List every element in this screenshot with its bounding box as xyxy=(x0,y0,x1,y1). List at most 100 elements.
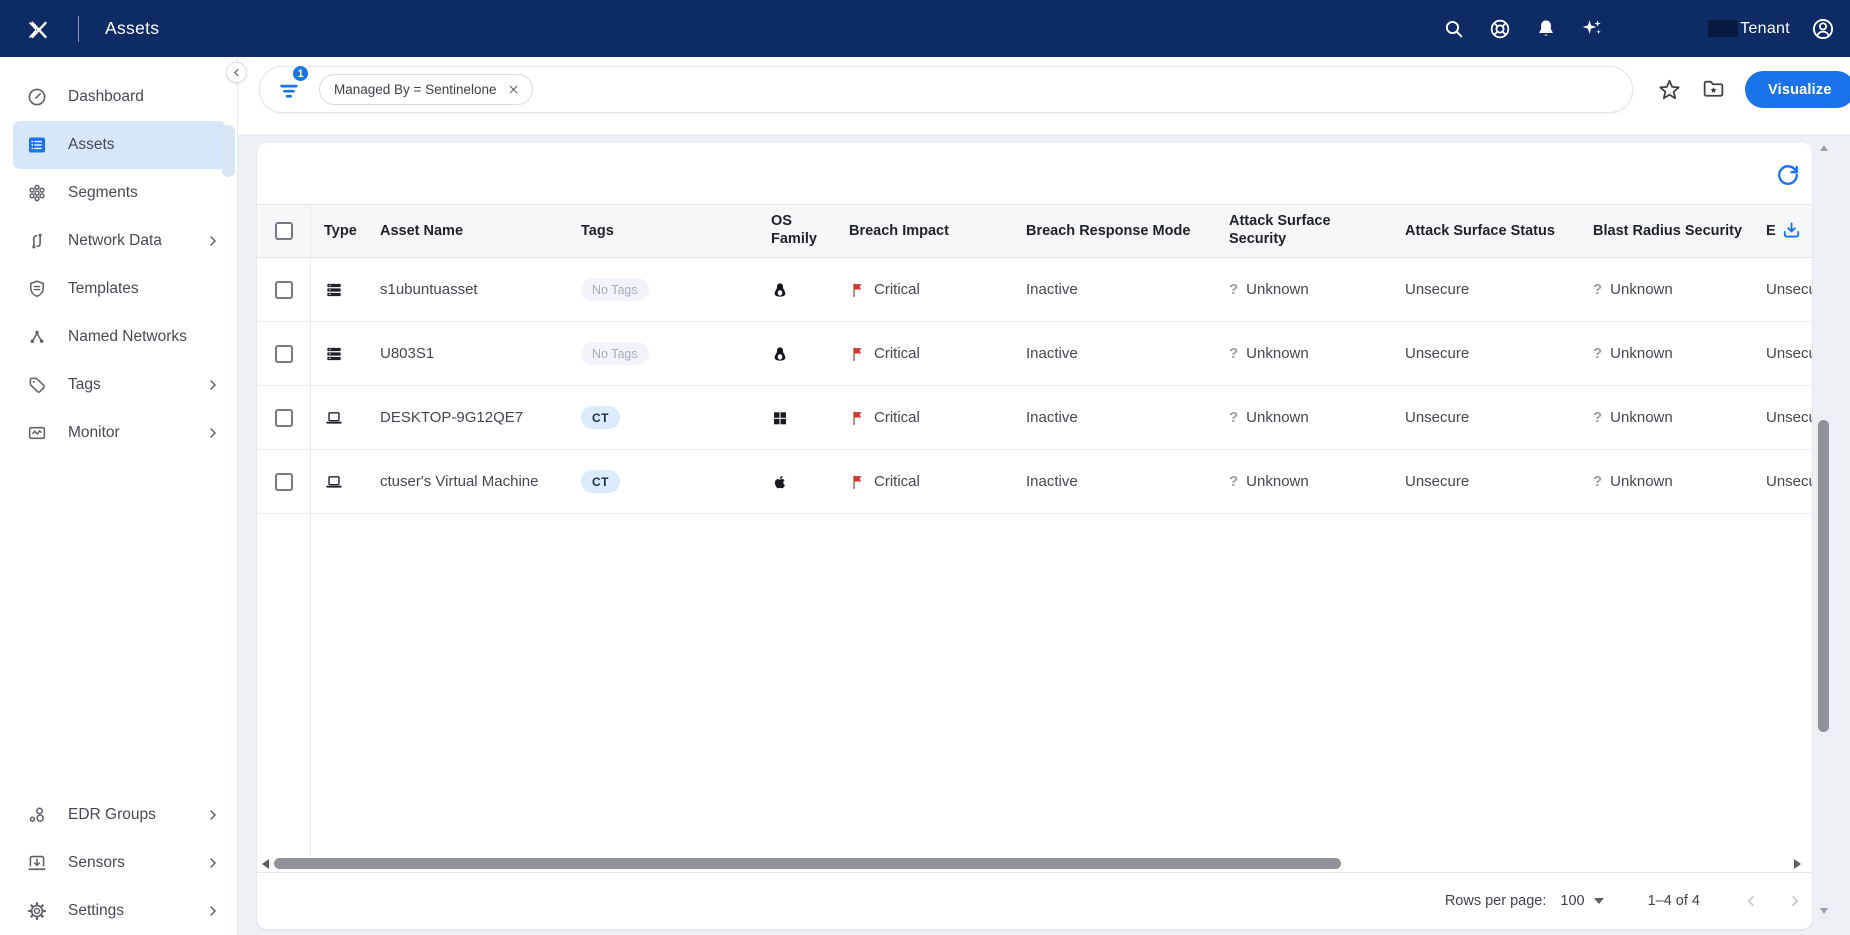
table-row[interactable]: U803S1 No Tags Critical Inactive ?Unknow… xyxy=(257,322,1812,386)
column-header-type[interactable]: Type xyxy=(310,223,380,239)
linux-icon xyxy=(771,281,839,299)
clipped-value: Unsecure xyxy=(1762,345,1812,362)
gear-icon xyxy=(26,900,48,922)
favorite-star-icon[interactable] xyxy=(1657,77,1682,102)
sidebar-item-settings[interactable]: Settings xyxy=(0,887,237,935)
segments-cluster-icon xyxy=(26,182,48,204)
scroll-left-arrow-icon[interactable] xyxy=(262,859,269,869)
shield-icon xyxy=(26,278,48,300)
blast-radius-security-value: Unknown xyxy=(1610,345,1673,362)
saved-filters-folder-icon[interactable] xyxy=(1701,77,1726,102)
horizontal-scrollbar[interactable] xyxy=(257,855,1812,872)
asset-name[interactable]: ctuser's Virtual Machine xyxy=(380,473,581,490)
main-content: 1 Managed By = Sentinelone Visualize xyxy=(238,57,1850,935)
sidebar-scrollbar-thumb[interactable] xyxy=(222,125,235,177)
help-icon[interactable] xyxy=(1488,17,1512,41)
tag-chip: CT xyxy=(581,470,620,493)
top-navbar: Assets Tenant xyxy=(0,0,1850,57)
chip-remove-icon[interactable] xyxy=(507,83,520,96)
question-icon: ? xyxy=(1229,281,1238,298)
column-header-breach-response-mode[interactable]: Breach Response Mode xyxy=(1021,223,1219,239)
column-header-asset-name[interactable]: Asset Name xyxy=(380,223,581,239)
rows-per-page-select[interactable]: 100 xyxy=(1560,893,1603,909)
row-checkbox[interactable] xyxy=(275,409,293,427)
table-row[interactable]: ctuser's Virtual Machine CT Critical Ina… xyxy=(257,450,1812,514)
question-icon: ? xyxy=(1229,473,1238,490)
sidebar-item-templates[interactable]: Templates xyxy=(0,265,237,313)
breach-response-mode-value: Inactive xyxy=(1021,281,1219,298)
row-checkbox[interactable] xyxy=(275,473,293,491)
sidebar-item-assets[interactable]: Assets xyxy=(13,121,226,169)
filter-bar[interactable]: 1 Managed By = Sentinelone xyxy=(259,66,1633,113)
tag-chip: CT xyxy=(581,406,620,429)
horizontal-scrollbar-thumb[interactable] xyxy=(274,858,1341,869)
sidebar-item-label: Settings xyxy=(68,902,124,920)
next-page-icon[interactable] xyxy=(1786,892,1804,910)
pagination-range: 1–4 of 4 xyxy=(1648,893,1700,909)
question-icon: ? xyxy=(1229,409,1238,426)
table-row[interactable]: s1ubuntuasset No Tags Critical Inactive … xyxy=(257,258,1812,322)
vertical-scrollbar-thumb[interactable] xyxy=(1818,420,1829,732)
refresh-icon[interactable] xyxy=(1773,160,1803,190)
column-header-attack-surface-security[interactable]: Attack Surface Security xyxy=(1219,213,1400,248)
asset-name[interactable]: U803S1 xyxy=(380,345,581,362)
filter-icon[interactable]: 1 xyxy=(276,76,303,103)
question-icon: ? xyxy=(1593,345,1602,362)
account-circle-icon[interactable] xyxy=(1810,16,1836,42)
sidebar: Dashboard Assets Segments Network Data T… xyxy=(0,57,238,935)
table-row[interactable]: DESKTOP-9G12QE7 CT Critical Inactive ?Un… xyxy=(257,386,1812,450)
chevron-right-icon xyxy=(205,807,221,823)
notifications-bell-icon[interactable] xyxy=(1534,17,1558,41)
export-download-icon[interactable] xyxy=(1780,219,1803,242)
ai-sparkles-icon[interactable] xyxy=(1580,17,1604,41)
select-all-checkbox[interactable] xyxy=(275,222,293,240)
tenant-label[interactable]: Tenant xyxy=(1740,20,1790,38)
sidebar-item-segments[interactable]: Segments xyxy=(0,169,237,217)
sidebar-item-dashboard[interactable]: Dashboard xyxy=(0,73,237,121)
chevron-right-icon xyxy=(205,377,221,393)
critical-flag-icon xyxy=(849,281,867,299)
assets-table-card: Type Asset Name Tags OS Family Breach Im… xyxy=(257,143,1812,929)
sidebar-item-network-data[interactable]: Network Data xyxy=(0,217,237,265)
sidebar-item-label: Tags xyxy=(68,376,101,394)
breach-response-mode-value: Inactive xyxy=(1021,473,1219,490)
node-tree-icon xyxy=(26,326,48,348)
column-header-breach-impact[interactable]: Breach Impact xyxy=(839,223,1021,239)
previous-page-icon[interactable] xyxy=(1742,892,1760,910)
asset-name[interactable]: DESKTOP-9G12QE7 xyxy=(380,409,581,426)
tag-chip: No Tags xyxy=(581,278,649,301)
sidebar-item-sensors[interactable]: Sensors xyxy=(0,839,237,887)
sidebar-item-label: Sensors xyxy=(68,854,125,872)
sidebar-item-monitor[interactable]: Monitor xyxy=(0,409,237,457)
column-header-tags[interactable]: Tags xyxy=(581,223,759,239)
sidebar-item-named-networks[interactable]: Named Networks xyxy=(0,313,237,361)
scroll-down-arrow-icon[interactable] xyxy=(1820,908,1828,914)
row-checkbox[interactable] xyxy=(275,281,293,299)
linux-icon xyxy=(771,345,839,363)
search-icon[interactable] xyxy=(1442,17,1466,41)
tag-icon xyxy=(26,374,48,396)
column-header-os-family[interactable]: OS Family xyxy=(759,213,839,248)
blast-radius-security-value: Unknown xyxy=(1610,281,1673,298)
laptop-icon xyxy=(324,408,380,428)
scroll-right-arrow-icon[interactable] xyxy=(1794,859,1801,869)
scroll-up-arrow-icon[interactable] xyxy=(1820,145,1828,151)
sidebar-item-edr-groups[interactable]: EDR Groups xyxy=(0,791,237,839)
tag-chip: No Tags xyxy=(581,342,649,365)
breach-impact-value: Critical xyxy=(874,409,920,426)
filter-chip[interactable]: Managed By = Sentinelone xyxy=(319,74,533,105)
chevron-right-icon xyxy=(205,425,221,441)
sidebar-collapse-button[interactable] xyxy=(226,62,247,83)
visualize-button[interactable]: Visualize xyxy=(1745,71,1850,108)
attack-surface-security-value: Unknown xyxy=(1246,345,1309,362)
sidebar-item-tags[interactable]: Tags xyxy=(0,361,237,409)
asset-name[interactable]: s1ubuntuasset xyxy=(380,281,581,298)
clipped-value: Unsecure xyxy=(1762,409,1812,426)
brand-logo-icon[interactable] xyxy=(24,14,54,44)
column-header-blast-radius-security[interactable]: Blast Radius Security xyxy=(1578,223,1762,239)
vertical-scrollbar[interactable] xyxy=(1816,140,1831,919)
row-checkbox[interactable] xyxy=(275,345,293,363)
column-header-attack-surface-status[interactable]: Attack Surface Status xyxy=(1400,223,1578,239)
attack-surface-status-value: Unsecure xyxy=(1400,345,1578,362)
chevron-right-icon xyxy=(205,855,221,871)
